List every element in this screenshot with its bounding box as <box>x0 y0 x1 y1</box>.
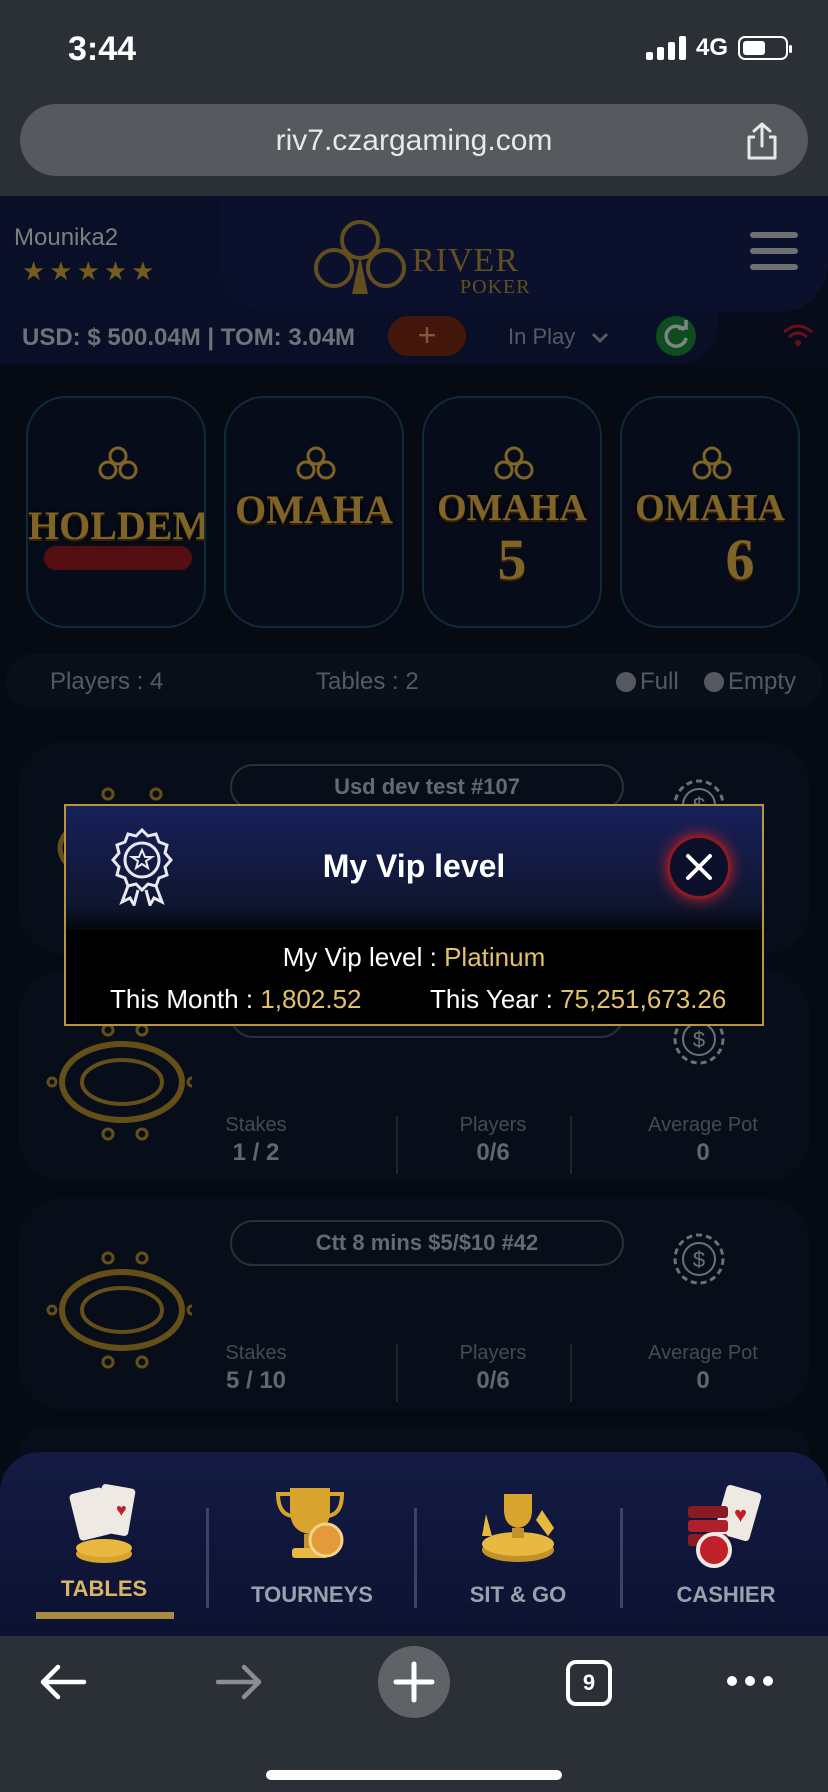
average-pot-stat: Average Pot 0 <box>648 1114 758 1166</box>
home-indicator <box>266 1770 562 1780</box>
stakes-stat: Stakes 1 / 2 <box>225 1114 287 1166</box>
vip-level-value: Platinum <box>444 942 546 972</box>
url-text[interactable]: riv7.czargaming.com <box>20 124 808 158</box>
menu-icon[interactable] <box>750 232 798 272</box>
more-options-icon[interactable] <box>726 1674 774 1688</box>
game-type-carousel: HOLDEM OMAHA OMAHA 5 OMAHA 6 <box>26 396 802 628</box>
game-card-omaha[interactable]: OMAHA <box>224 396 404 628</box>
players-stat: Players 0/6 <box>459 1114 527 1166</box>
nav-tourneys[interactable]: TOURNEYS <box>222 1452 402 1636</box>
rating-stars: ★★★★★ <box>22 256 159 286</box>
radio-icon <box>616 672 636 692</box>
modal-title: My Vip level <box>322 848 506 884</box>
stakes-stat: Stakes 5 / 10 <box>225 1342 287 1394</box>
refresh-button[interactable] <box>656 316 696 356</box>
nav-sit-and-go[interactable]: SIT & GO <box>428 1452 608 1636</box>
game-label: OMAHA <box>635 487 785 529</box>
vip-level-modal: My Vip level My Vip level : Platinum Thi… <box>64 804 764 1026</box>
radio-icon <box>704 672 724 692</box>
dollar-chip-icon: $ <box>673 1233 725 1285</box>
tables-count: Tables : 2 <box>316 668 419 695</box>
status-bar: 3:44 4G <box>0 0 828 100</box>
logo-subtext: POKER <box>460 276 531 298</box>
new-tab-button[interactable] <box>378 1646 450 1718</box>
add-funds-button[interactable]: + <box>388 316 466 356</box>
username[interactable]: Mounika2 <box>14 224 118 252</box>
nav-cashier[interactable]: ♥ CASHIER <box>636 1452 816 1636</box>
nav-label: TABLES <box>60 1576 148 1601</box>
refresh-icon <box>664 320 688 348</box>
chevron-down-icon <box>592 332 609 344</box>
game-variant-number: 5 <box>497 527 527 592</box>
table-name: Ctt 8 mins $5/$10 #42 <box>230 1220 624 1266</box>
this-month-row: This Month : 1,802.52 <box>110 984 362 1014</box>
sit-and-go-trophy-icon <box>482 1494 554 1562</box>
this-year-row: This Year : 75,251,673.26 <box>430 984 727 1014</box>
close-button[interactable] <box>670 838 728 896</box>
club-icon <box>692 446 732 480</box>
browser-toolbar: 9 <box>0 1636 828 1792</box>
in-play-dropdown[interactable]: In Play <box>508 324 609 350</box>
nav-tables[interactable]: ♥ TABLES <box>14 1452 194 1636</box>
full-filter-radio[interactable]: Full <box>616 668 679 696</box>
balance-text: USD: $ 500.04M | TOM: 3.04M <box>22 324 356 351</box>
river-poker-logo: RIVER POKER <box>310 216 530 300</box>
svg-text:♥: ♥ <box>116 1500 127 1520</box>
active-tab-indicator <box>36 1612 174 1619</box>
average-pot-stat: Average Pot 0 <box>648 1342 758 1394</box>
game-card-omaha-5[interactable]: OMAHA 5 <box>422 396 602 628</box>
game-card-omaha-6[interactable]: OMAHA 6 <box>620 396 800 628</box>
filter-bar: Players : 4 Tables : 2 Full Empty <box>6 654 822 708</box>
empty-filter-radio[interactable]: Empty <box>704 668 796 696</box>
trophy-icon <box>275 1488 345 1558</box>
in-play-label: In Play <box>508 324 576 349</box>
game-label: OMAHA <box>235 487 393 532</box>
cards-chips-icon: ♥ <box>69 1484 136 1563</box>
vip-level-row: My Vip level : Platinum <box>282 942 546 972</box>
tabs-button[interactable]: 9 <box>566 1660 612 1706</box>
close-icon <box>686 854 712 880</box>
nav-label: SIT & GO <box>469 1582 567 1607</box>
bottom-nav: ♥ TABLES TOURNEYS SIT & GO ♥ CASHIER <box>0 1452 828 1636</box>
status-indicators: 4G <box>645 34 792 62</box>
poker-table-icon <box>46 1251 192 1369</box>
game-variant-number: 6 <box>725 527 755 592</box>
back-arrow-icon[interactable] <box>38 1662 88 1702</box>
status-time: 3:44 <box>68 30 137 68</box>
club-icon <box>98 446 138 480</box>
club-logo-icon <box>314 220 406 294</box>
table-card[interactable]: Ctt 8 mins $5/$10 #42 $ Stakes 5 / 10 Pl… <box>18 1198 810 1410</box>
plus-icon <box>393 1661 435 1703</box>
signal-icon <box>645 36 686 60</box>
battery-icon <box>738 36 792 60</box>
modal-header: My Vip level <box>66 806 762 930</box>
svg-text:♥: ♥ <box>734 1502 747 1527</box>
this-month-value: 1,802.52 <box>260 984 362 1014</box>
poker-table-icon <box>46 1023 192 1141</box>
network-label: 4G <box>695 34 728 61</box>
app-header: Mounika2 ★★★★★ RIVER POKER USD: $ 500.04… <box>0 196 828 366</box>
browser-address-area: riv7.czargaming.com <box>0 100 828 196</box>
address-bar[interactable]: riv7.czargaming.com <box>20 104 808 176</box>
club-icon <box>494 446 534 480</box>
game-label: HOLDEM <box>28 503 206 548</box>
logo-text: RIVER <box>412 242 519 279</box>
players-stat: Players 0/6 <box>459 1342 527 1394</box>
this-year-value: 75,251,673.26 <box>560 984 727 1014</box>
nav-label: TOURNEYS <box>251 1582 373 1607</box>
game-card-holdem[interactable]: HOLDEM <box>26 396 206 628</box>
share-icon[interactable] <box>744 122 780 160</box>
connection-wifi-icon <box>783 324 813 346</box>
club-icon <box>296 446 336 480</box>
players-count: Players : 4 <box>50 668 164 695</box>
cashier-chips-cards-icon: ♥ <box>688 1484 762 1568</box>
game-label: OMAHA <box>437 487 587 529</box>
nav-label: CASHIER <box>676 1582 776 1607</box>
forward-arrow-icon[interactable] <box>214 1662 264 1702</box>
svg-text:$: $ <box>693 1027 705 1052</box>
svg-text:$: $ <box>693 1247 705 1272</box>
